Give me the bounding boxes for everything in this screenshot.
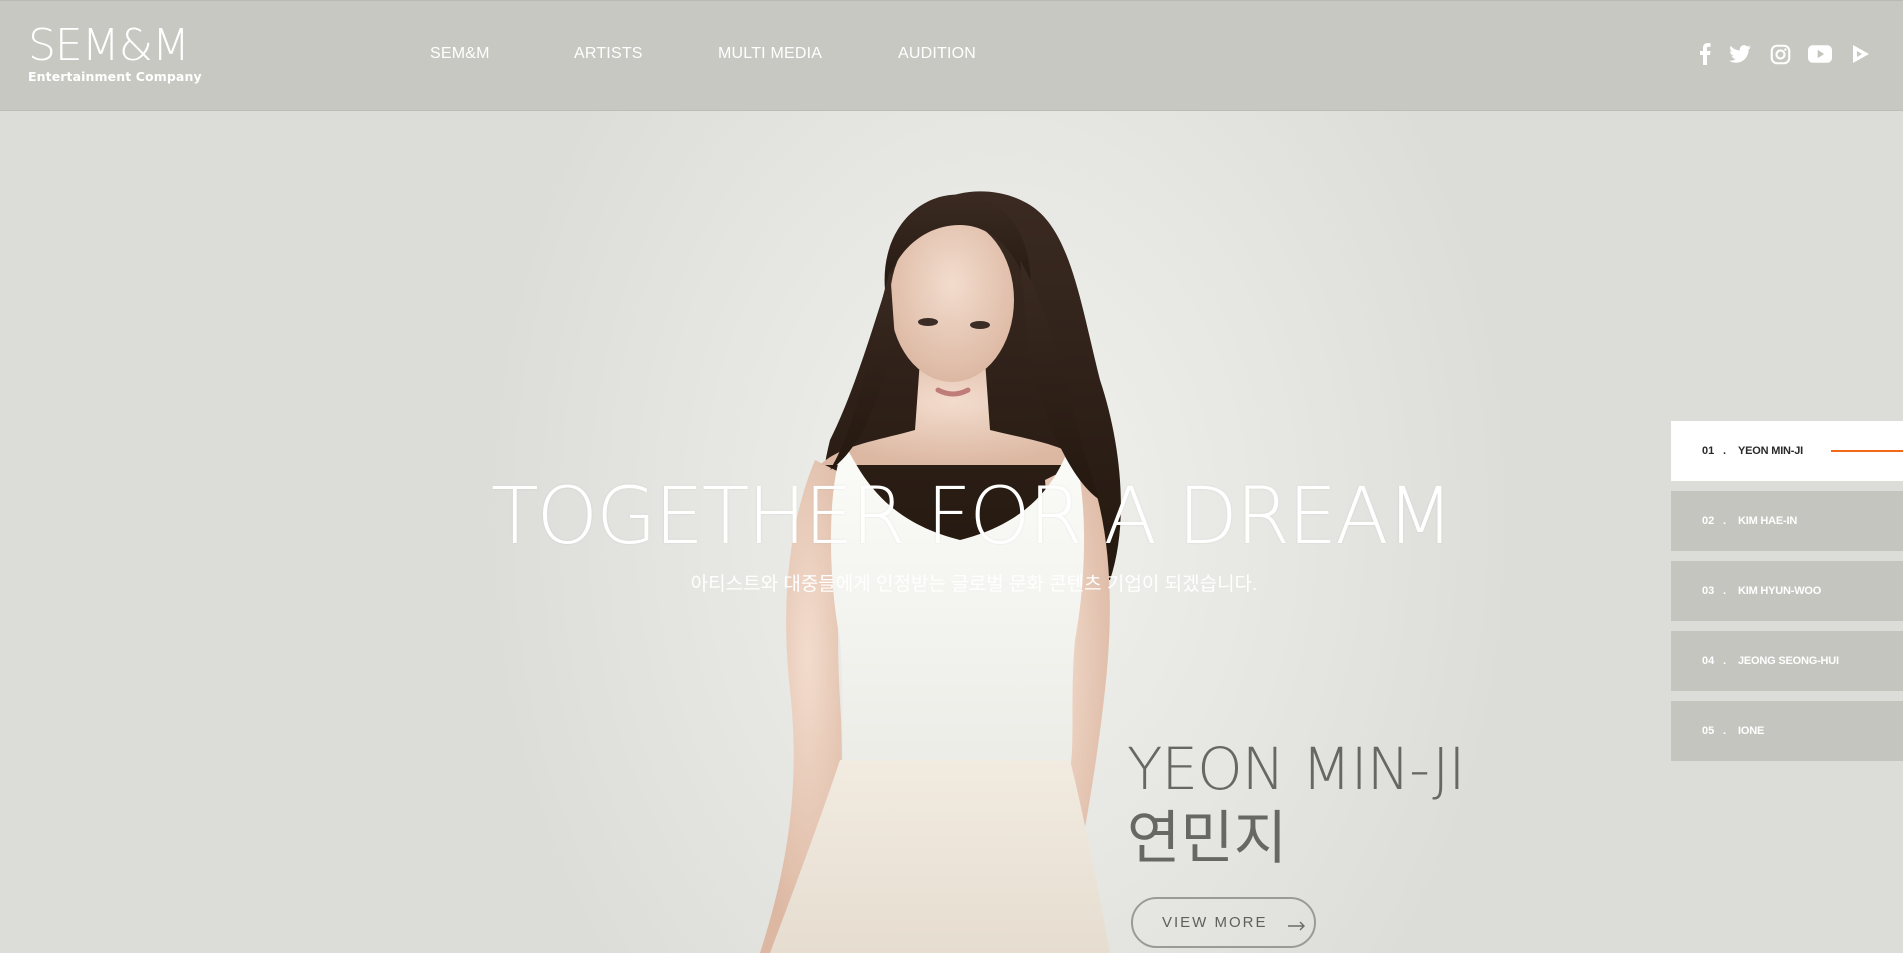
slide-number: 03 [1702, 585, 1715, 597]
slide-separator: . [1723, 585, 1727, 597]
youtube-icon[interactable] [1806, 41, 1834, 67]
slide-artist-name: KIM HAE-IN [1738, 515, 1798, 527]
slide-number: 01 [1702, 445, 1715, 457]
view-more-button[interactable]: VIEW MORE [1131, 897, 1316, 948]
slide-item-3[interactable]: 03 . KIM HYUN-WOO [1671, 561, 1903, 621]
logo-wordmark: SEM&M [28, 20, 190, 71]
slide-number: 05 [1702, 725, 1715, 737]
nav-item-audition[interactable]: AUDITION [898, 45, 976, 63]
slide-item-4[interactable]: 04 . JEONG SEONG-HUI [1671, 631, 1903, 691]
logo-tagline: Entertainment Company [28, 69, 202, 84]
nav-item-artists[interactable]: ARTISTS [574, 45, 643, 63]
naver-tv-icon[interactable] [1847, 41, 1875, 67]
nav-item-multi-media[interactable]: MULTI MEDIA [718, 45, 822, 63]
hero-title: TOGETHER FOR A DREAM [491, 472, 1454, 562]
slide-separator: . [1723, 445, 1727, 457]
site-logo[interactable]: SEM&M Entertainment Company [28, 23, 202, 85]
site-header: SEM&M Entertainment Company SEM&M ARTIST… [0, 0, 1903, 111]
slide-item-1[interactable]: 01 . YEON MIN-JI [1671, 421, 1903, 481]
slide-number: 02 [1702, 515, 1715, 527]
slide-artist-name: IONE [1738, 725, 1765, 737]
slide-item-2[interactable]: 02 . KIM HAE-IN [1671, 491, 1903, 551]
slide-item-5[interactable]: 05 . IONE [1671, 701, 1903, 761]
slide-number: 04 [1702, 655, 1715, 667]
slide-artist-name: YEON MIN-JI [1738, 445, 1804, 457]
view-more-label: VIEW MORE [1162, 914, 1268, 931]
slide-separator: . [1723, 515, 1727, 527]
featured-artist-name-ko: 연민지 [1127, 804, 1288, 872]
slide-separator: . [1723, 725, 1727, 737]
slide-separator: . [1723, 655, 1727, 667]
hero-subtitle: 아티스트와 대중들에게 인정받는 글로벌 문화 콘텐츠 기업이 되겠습니다. [690, 574, 1258, 595]
slide-artist-name: JEONG SEONG-HUI [1738, 655, 1839, 667]
facebook-icon[interactable] [1691, 41, 1719, 67]
instagram-icon[interactable] [1766, 41, 1794, 67]
arrow-right-icon [1287, 918, 1306, 930]
nav-item-semm[interactable]: SEM&M [430, 45, 490, 63]
featured-artist-name-en: YEON MIN-JI [1127, 735, 1465, 803]
twitter-icon[interactable] [1726, 41, 1754, 67]
artist-slide-list: 01 . YEON MIN-JI 02 . KIM HAE-IN 03 . KI… [1671, 421, 1903, 771]
slide-artist-name: KIM HYUN-WOO [1738, 585, 1822, 597]
slide-progress-bar [1831, 450, 1903, 452]
